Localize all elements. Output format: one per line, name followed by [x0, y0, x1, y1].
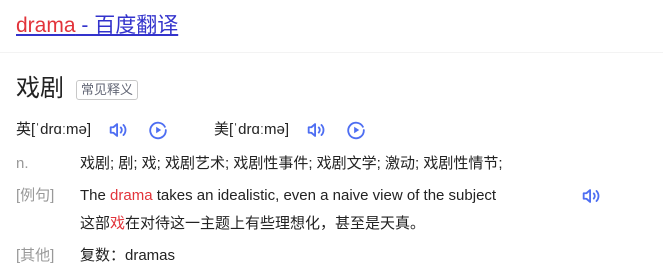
speaker-icon[interactable] — [305, 119, 327, 141]
result-title-word[interactable]: drama — [16, 14, 76, 37]
us-pronunciation: 美[ˈdrɑːmə] — [214, 118, 367, 142]
us-phonetic: [ˈdrɑːmə] — [229, 121, 290, 138]
speaker-icon[interactable] — [580, 185, 602, 207]
plural-form: 复数：dramas — [80, 247, 176, 264]
speaker-icon[interactable] — [107, 119, 129, 141]
uk-label: 英 — [16, 121, 32, 138]
play-icon[interactable] — [345, 119, 367, 141]
example-en-highlight: drama — [110, 187, 153, 204]
common-meaning-tag: 常见释义 — [76, 80, 139, 100]
other-label: [其他] — [16, 247, 55, 264]
example-label: [例句] — [16, 187, 55, 204]
example-en-before: The — [80, 187, 111, 204]
part-of-speech: n. — [16, 155, 29, 172]
divider — [0, 52, 663, 53]
play-icon[interactable] — [147, 119, 169, 141]
example-cn-after: 在对待这一主题上有些理想化，甚至是天真。 — [125, 215, 426, 232]
example-sentence-en: The drama takes an idealistic, even a na… — [80, 184, 496, 208]
result-title-suffix[interactable]: - 百度翻译 — [76, 14, 178, 37]
example-cn-highlight: 戏 — [110, 215, 126, 232]
translation-card: drama - 百度翻译 戏剧 常见释义 英[ˈdrɑːmə] 美[ˈdrɑːm… — [0, 0, 663, 279]
example-cn-before: 这部 — [80, 215, 111, 232]
uk-phonetic: [ˈdrɑːmə] — [31, 121, 92, 138]
us-label: 美 — [214, 121, 230, 138]
definition-meanings: 戏剧; 剧; 戏; 戏剧艺术; 戏剧性事件; 戏剧文学; 激动; 戏剧性情节; — [80, 155, 503, 172]
headword: 戏剧 — [16, 75, 64, 102]
example-sentence-cn: 这部戏在对待这一主题上有些理想化，甚至是天真。 — [80, 212, 425, 236]
uk-pronunciation: 英[ˈdrɑːmə] — [16, 118, 169, 142]
example-en-after: takes an idealistic, even a naive view o… — [152, 187, 497, 204]
result-title-link[interactable]: drama - 百度翻译 — [16, 12, 178, 40]
